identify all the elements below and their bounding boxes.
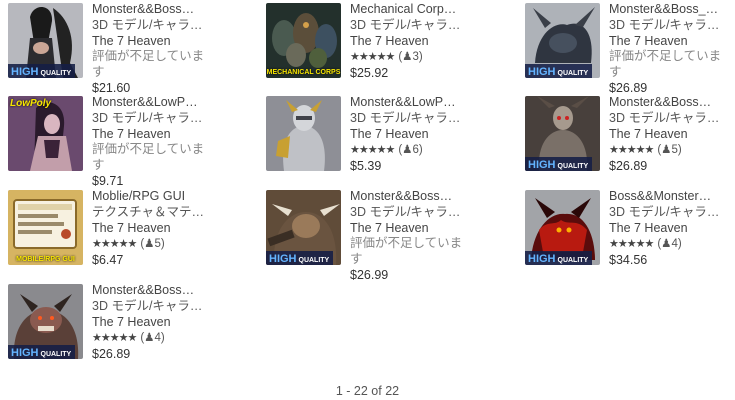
asset-category[interactable]: 3D モデル/キャラ… xyxy=(609,18,735,34)
rating: ★★★★★ (♟3) xyxy=(350,49,480,66)
asset-price: $26.89 xyxy=(92,347,131,362)
asset-price: $34.56 xyxy=(609,253,648,268)
asset-title[interactable]: Boss&&Monster… xyxy=(609,189,735,205)
no-rating-text: 評価が不足しています xyxy=(350,236,463,267)
asset-card[interactable]: MECHANICAL CORPS Mechanical Corp… 3D モデル… xyxy=(266,2,491,83)
asset-category[interactable]: 3D モデル/キャラ… xyxy=(350,205,480,221)
asset-card[interactable]: HIGH QUALITY Monster&&Boss… 3D モデル/キャラ… T… xyxy=(266,189,491,282)
asset-category[interactable]: テクスチャ＆マテ… xyxy=(92,205,222,221)
asset-category[interactable]: 3D モデル/キャラ… xyxy=(350,18,480,34)
asset-price: $9.71 xyxy=(92,173,124,188)
asset-publisher[interactable]: The 7 Heaven xyxy=(92,315,222,331)
asset-price: $25.92 xyxy=(350,66,389,81)
rating: ★★★★★ (♟4) xyxy=(609,236,735,253)
asset-title[interactable]: Mechanical Corp… xyxy=(350,2,480,18)
product-label: MECHANICAL CORPS xyxy=(266,69,341,76)
high-quality-badge: HIGH QUALITY xyxy=(525,64,593,78)
lowpoly-female-thumbnail[interactable]: LowPoly xyxy=(8,96,83,171)
beast-monster-thumbnail[interactable]: HIGH QUALITY xyxy=(8,284,83,359)
rating-stars-icon: ★★★★★ xyxy=(609,238,654,251)
no-rating-text: 評価が不足しています xyxy=(92,49,205,80)
rating: ★★★★★ (♟5) xyxy=(609,142,735,159)
rating-stars-icon: ★★★★★ xyxy=(350,144,395,157)
asset-title[interactable]: Monster&&Boss_… xyxy=(609,2,735,18)
asset-category[interactable]: 3D モデル/キャラ… xyxy=(92,111,222,127)
rating-count: (♟3) xyxy=(398,51,423,64)
asset-title[interactable]: Monster&&Boss… xyxy=(92,283,222,299)
asset-title[interactable]: Monster&&LowP… xyxy=(350,95,480,111)
asset-category[interactable]: 3D モデル/キャラ… xyxy=(609,205,735,221)
armored-knight-thumbnail[interactable] xyxy=(266,96,341,171)
asset-publisher[interactable]: The 7 Heaven xyxy=(609,127,735,143)
high-quality-badge: HIGH QUALITY xyxy=(8,345,76,359)
asset-publisher[interactable]: The 7 Heaven xyxy=(609,34,735,50)
horned-beast-thumbnail[interactable]: HIGH QUALITY xyxy=(525,3,600,78)
fire-demon-thumbnail[interactable]: HIGH QUALITY xyxy=(525,190,600,265)
rating: ★★★★★ (♟4) xyxy=(92,330,222,347)
skeleton-warrior-thumbnail[interactable]: HIGH QUALITY xyxy=(525,96,600,171)
rating-count: (♟5) xyxy=(140,238,165,251)
asset-title[interactable]: Moblie/RPG GUI xyxy=(92,189,222,205)
asset-title[interactable]: Monster&&LowP… xyxy=(92,95,222,111)
asset-category[interactable]: 3D モデル/キャラ… xyxy=(92,18,222,34)
asset-title[interactable]: Monster&&Boss… xyxy=(92,2,222,18)
asset-card[interactable]: HIGH QUALITY Boss&&Monster… 3D モデル/キャラ… T… xyxy=(525,189,735,270)
asset-card[interactable]: HIGH QUALITY Monster&&Boss… 3D モデル/キャラ… T… xyxy=(525,95,735,176)
lowpoly-label: LowPoly xyxy=(10,98,52,109)
rating-stars-icon: ★★★★★ xyxy=(609,144,654,157)
pagination-info: 1 - 22 of 22 xyxy=(335,384,400,398)
asset-publisher[interactable]: The 7 Heaven xyxy=(350,127,480,143)
asset-publisher[interactable]: The 7 Heaven xyxy=(92,221,222,237)
asset-publisher[interactable]: The 7 Heaven xyxy=(609,221,735,237)
rating: ★★★★★ (♟5) xyxy=(92,236,222,253)
rating-count: (♟5) xyxy=(657,144,682,157)
no-rating-text: 評価が不足しています xyxy=(609,49,722,80)
asset-category[interactable]: 3D モデル/キャラ… xyxy=(609,111,735,127)
asset-price: $26.89 xyxy=(609,159,648,174)
gui-panel-thumbnail[interactable]: MOBILE/RPG GUI xyxy=(8,190,83,265)
asset-price: $26.99 xyxy=(350,267,389,282)
asset-card[interactable]: HIGH QUALITY Monster&&Boss_… 3D モデル/キャラ… … xyxy=(525,2,735,95)
asset-category[interactable]: 3D モデル/キャラ… xyxy=(350,111,480,127)
rating-count: (♟6) xyxy=(398,144,423,157)
rating-stars-icon: ★★★★★ xyxy=(92,332,137,345)
ogre-boss-thumbnail[interactable]: HIGH QUALITY xyxy=(266,190,341,265)
rating-stars-icon: ★★★★★ xyxy=(92,238,137,251)
high-quality-badge: HIGH QUALITY xyxy=(525,157,593,171)
asset-publisher[interactable]: The 7 Heaven xyxy=(92,34,222,50)
asset-card[interactable]: HIGH QUALITY Monster&&Boss… 3D モデル/キャラ… T… xyxy=(8,2,233,95)
mech-robots-thumbnail[interactable]: MECHANICAL CORPS xyxy=(266,3,341,78)
high-quality-badge: HIGH QUALITY xyxy=(525,251,593,265)
asset-card[interactable]: HIGH QUALITY Monster&&Boss… 3D モデル/キャラ… T… xyxy=(8,283,233,364)
dark-angel-thumbnail[interactable]: HIGH QUALITY xyxy=(8,3,83,78)
asset-price: $6.47 xyxy=(92,253,124,268)
high-quality-badge: HIGH QUALITY xyxy=(266,251,334,265)
asset-publisher[interactable]: The 7 Heaven xyxy=(92,127,222,143)
asset-category[interactable]: 3D モデル/キャラ… xyxy=(92,299,222,315)
rating-count: (♟4) xyxy=(657,238,682,251)
product-label: MOBILE/RPG GUI xyxy=(16,256,75,263)
asset-publisher[interactable]: The 7 Heaven xyxy=(350,34,480,50)
rating-count: (♟4) xyxy=(140,332,165,345)
no-rating-text: 評価が不足しています xyxy=(92,142,205,173)
asset-card[interactable]: LowPoly Monster&&LowP… 3D モデル/キャラ… The 7… xyxy=(8,95,233,188)
asset-title[interactable]: Monster&&Boss… xyxy=(350,189,480,205)
high-quality-badge: HIGH QUALITY xyxy=(8,64,76,78)
asset-card[interactable]: MOBILE/RPG GUI Moblie/RPG GUI テクスチャ＆マテ… … xyxy=(8,189,233,270)
asset-title[interactable]: Monster&&Boss… xyxy=(609,95,735,111)
asset-card[interactable]: Monster&&LowP… 3D モデル/キャラ… The 7 Heaven … xyxy=(266,95,491,176)
rating-stars-icon: ★★★★★ xyxy=(350,51,395,64)
asset-publisher[interactable]: The 7 Heaven xyxy=(350,221,480,237)
rating: ★★★★★ (♟6) xyxy=(350,142,480,159)
asset-price: $5.39 xyxy=(350,159,382,174)
